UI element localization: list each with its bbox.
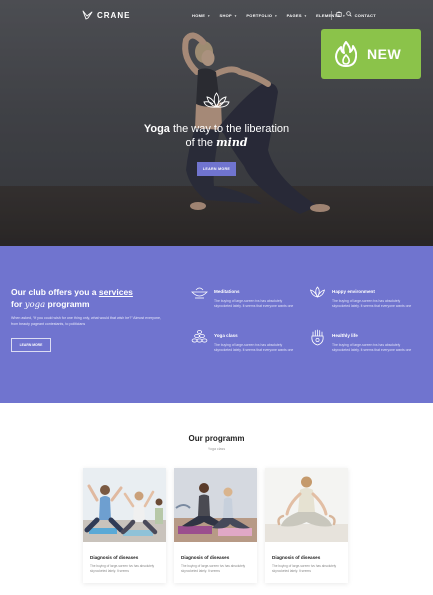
program-card[interactable]: Diagnosis of diseases The buying of larg… [265,468,348,583]
services-learn-more-button[interactable]: LEARN MORE [11,338,51,352]
nav-item-home[interactable]: HOME ▼ [192,13,210,18]
card-title: Diagnosis of diseases [272,555,321,560]
top-navigation: CRANE HOME ▼ SHOP ▼ PORTFOLIO ▼ PAGES ▼ ELEM… [0,0,433,32]
crane-bird-icon [82,10,93,20]
services-description: When asked, “If you could wish for one t… [11,316,161,326]
chevron-down-icon: ▼ [234,13,238,18]
card-text: The buying of large-screen tvs has absol… [181,564,246,573]
hero-learn-more-button[interactable]: LEARN MORE [197,162,236,176]
hero-section: CRANE HOME ▼ SHOP ▼ PORTFOLIO ▼ PAGES ▼ ELEM… [0,0,433,246]
hero-title-bold: Yoga [143,123,170,135]
logo-text: CRANE [97,10,131,20]
card-title: Diagnosis of diseases [181,555,230,560]
nav-item-shop[interactable]: SHOP ▼ [219,13,237,18]
nav-item-label: PORTFOLIO [246,13,273,18]
services-title-pre: Our club offers you a [11,287,99,297]
card-text: The buying of large-screen tvs has absol… [90,564,155,573]
yoga-meditation-photo [265,468,348,542]
card-text: The buying of large-screen tvs has absol… [272,564,337,573]
service-name: Yoga class [214,333,238,338]
main-menu: HOME ▼ SHOP ▼ PORTFOLIO ▼ PAGES ▼ ELEMENTS ▼ … [192,13,385,18]
nav-item-label: CONTACT [354,13,376,18]
meditation-bowl-icon [191,287,208,299]
nav-icons [336,11,352,17]
nav-item-label: PAGES [286,13,302,18]
programm-title: Our programm [188,434,245,443]
lotus-icon [203,92,230,108]
yoga-class-photo [174,468,257,542]
flame-icon [335,41,357,67]
service-name: Healthly life [332,333,358,338]
nav-item-pages[interactable]: PAGES ▼ [287,13,308,18]
nav-item-contact[interactable]: CONTACT [355,13,376,18]
nav-item-label: SHOP [219,13,233,18]
logo[interactable]: CRANE [82,10,130,20]
services-title-line2-pre: for [11,299,25,309]
hamsa-hand-icon [311,329,324,346]
chevron-down-icon: ▼ [274,13,278,18]
new-badge: NEW [321,29,421,79]
services-title: Our club offers you a services for yoga … [11,286,133,311]
service-text: The buying of large-screen tvs has absol… [214,299,294,309]
programm-subtitle: Yoga class [207,447,226,451]
service-name: Meditations [214,289,240,294]
program-card[interactable]: Diagnosis of diseases The buying of larg… [174,468,257,583]
nav-item-portfolio[interactable]: PORTFOLIO ▼ [246,13,277,18]
hero-title: Yoga the way to the liberation of the mi… [0,122,433,150]
services-section: Our club offers you a services for yoga … [0,246,433,403]
stones-pyramid-icon [191,330,208,343]
hero-title-italic: mind [216,136,248,149]
search-icon[interactable] [346,11,352,17]
new-badge-label: NEW [367,46,402,62]
lotus-flower-icon [309,286,326,298]
yoga-class-photo [83,468,166,542]
service-text: The buying of large-screen tvs has absol… [214,343,294,353]
nav-item-label: HOME [192,13,206,18]
services-title-underline: services [98,287,133,297]
nav-divider [331,11,332,20]
service-text: The buying of large-screen tvs has absol… [332,299,412,309]
program-card[interactable]: Diagnosis of diseases The buying of larg… [83,468,166,583]
chevron-down-icon: ▼ [303,13,308,18]
hero-title-line2: of the [185,137,217,149]
card-title: Diagnosis of diseases [90,555,139,560]
services-title-line2-post: programm [45,299,90,309]
services-title-italic: yoga [24,300,46,310]
hero-title-rest: the way to the liberation [169,123,290,135]
service-text: The buying of large-screen tvs has absol… [332,343,412,353]
cart-icon[interactable] [336,11,342,17]
service-name: Happy environment [332,289,375,294]
chevron-down-icon: ▼ [207,13,211,18]
